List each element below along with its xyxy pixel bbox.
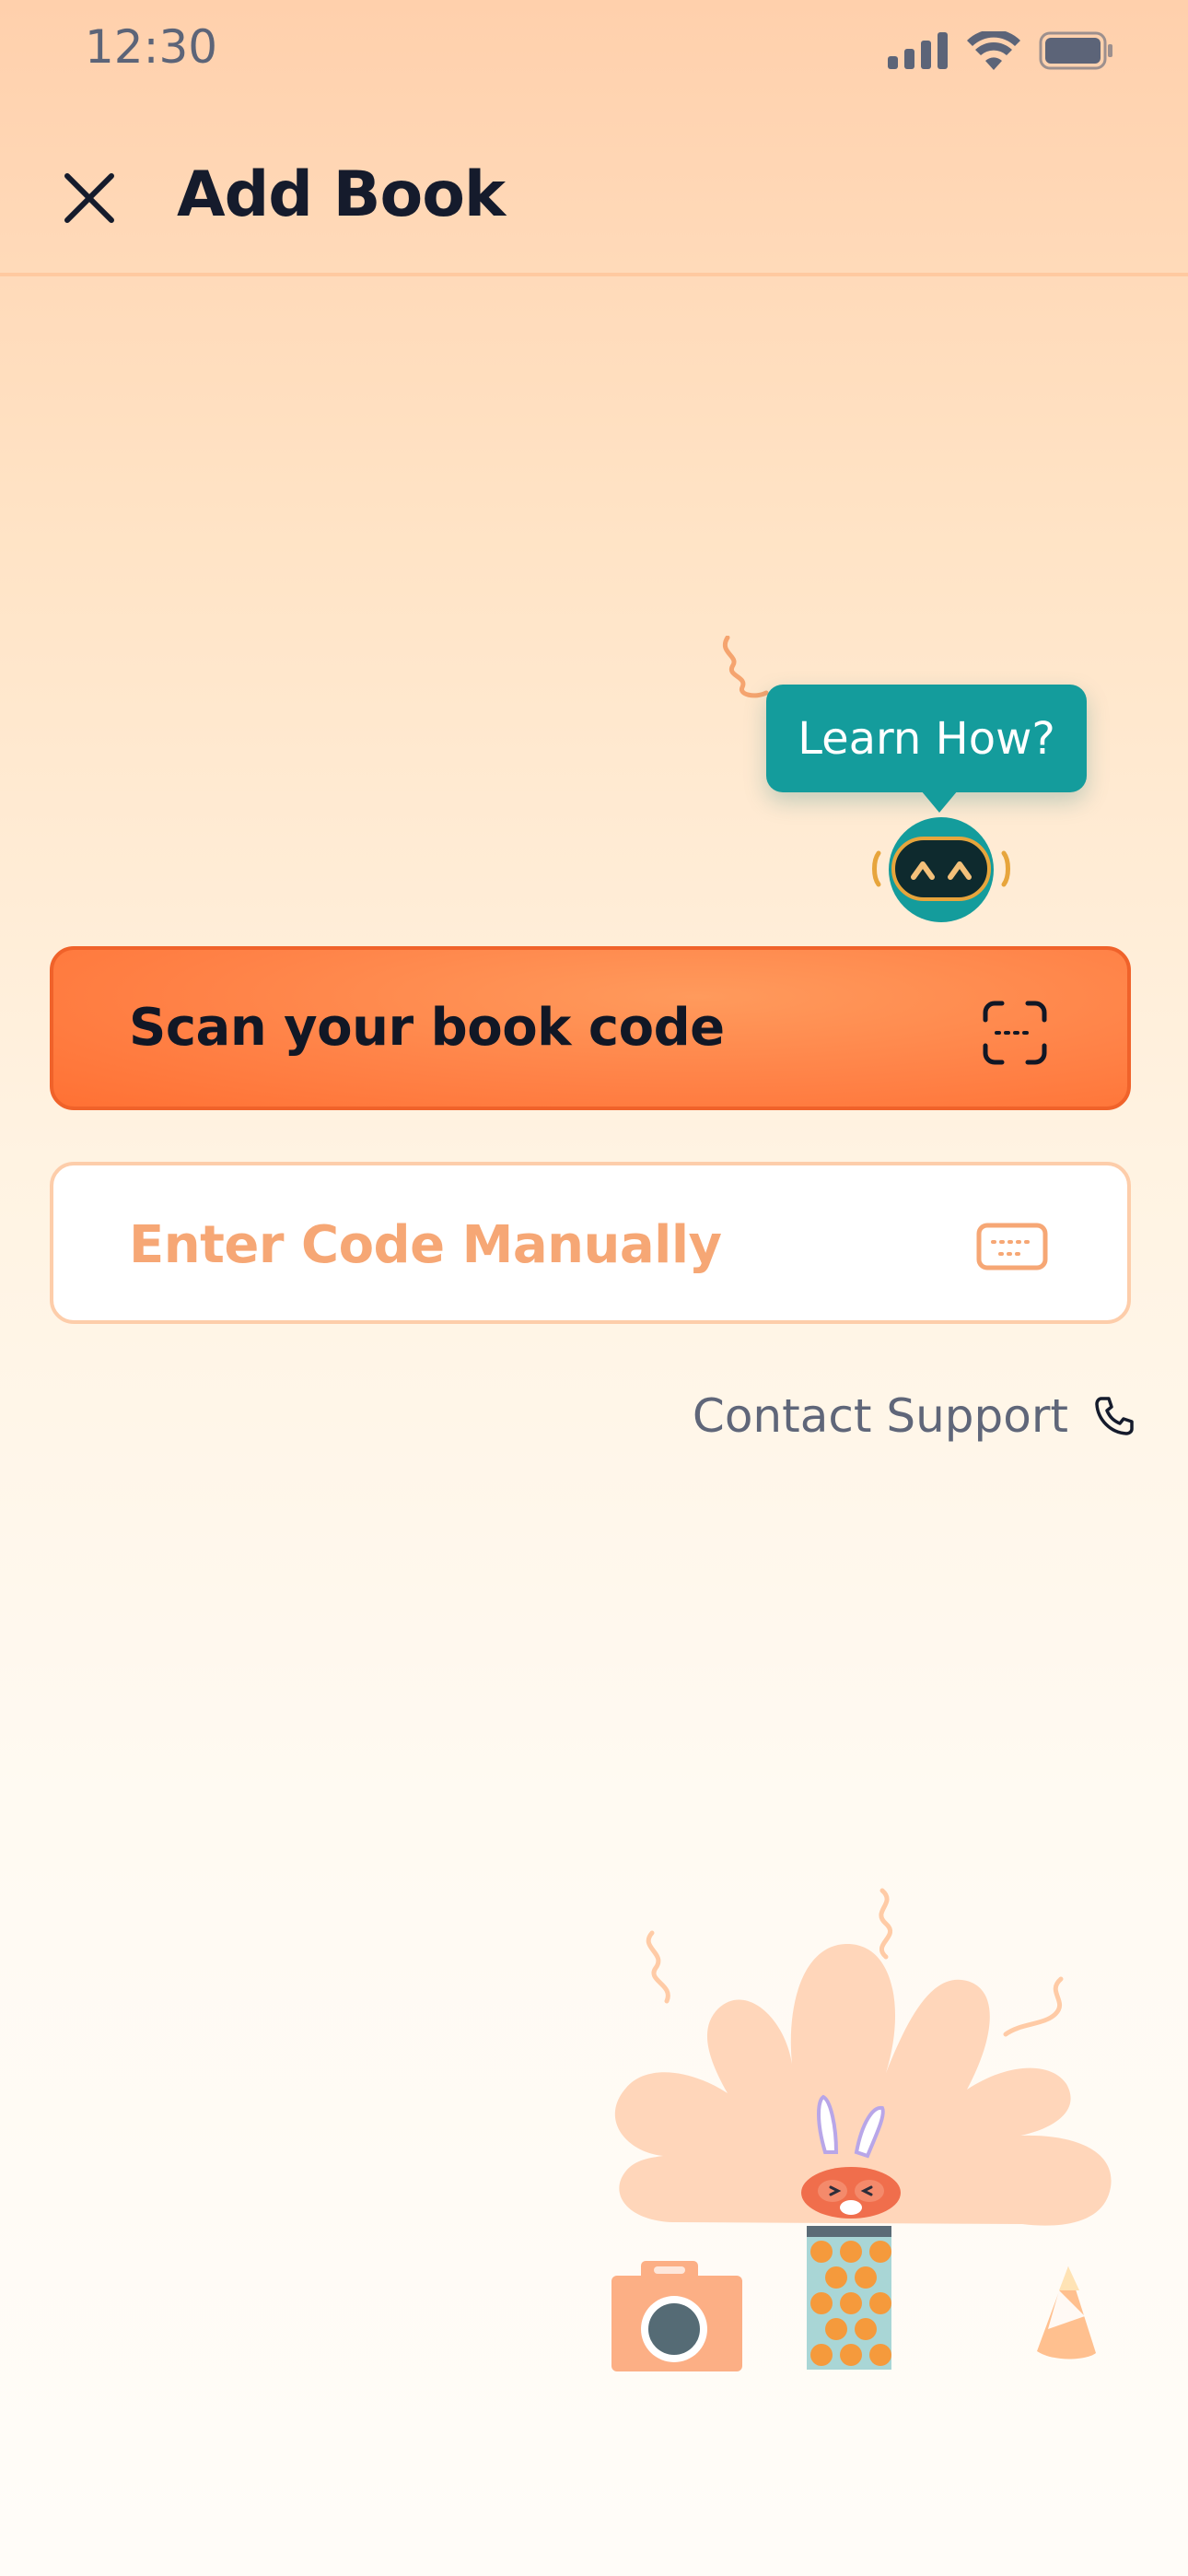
contact-support-label: Contact Support [692, 1389, 1068, 1443]
enter-code-manually-button[interactable]: Enter Code Manually [50, 1162, 1131, 1324]
learn-how-bubble[interactable]: Learn How? [766, 685, 1087, 813]
scan-button-label: Scan your book code [129, 998, 725, 1058]
status-icons [888, 28, 1114, 74]
decorative-squiggle [723, 636, 769, 698]
contact-support-link[interactable]: Contact Support [693, 1389, 1135, 1443]
status-bar: 12:30 [0, 0, 1188, 101]
keyboard-icon [976, 1223, 1048, 1270]
signal-icon [888, 32, 948, 69]
battery-icon [1039, 31, 1112, 70]
page-title: Add Book [177, 158, 506, 231]
learn-how-label: Learn How? [798, 712, 1055, 765]
close-icon [64, 173, 114, 223]
phone-icon [1095, 1397, 1134, 1435]
bunny-illustration [611, 1888, 1112, 2371]
scan-book-code-button[interactable]: Scan your book code [50, 946, 1131, 1110]
header: Add Book [0, 101, 1188, 276]
close-button[interactable] [52, 160, 127, 236]
wifi-icon [967, 31, 1020, 70]
robot-mascot-icon[interactable] [869, 813, 1013, 925]
manual-button-label: Enter Code Manually [129, 1215, 722, 1275]
status-time: 12:30 [85, 20, 218, 74]
scan-frame-icon [983, 1001, 1047, 1065]
